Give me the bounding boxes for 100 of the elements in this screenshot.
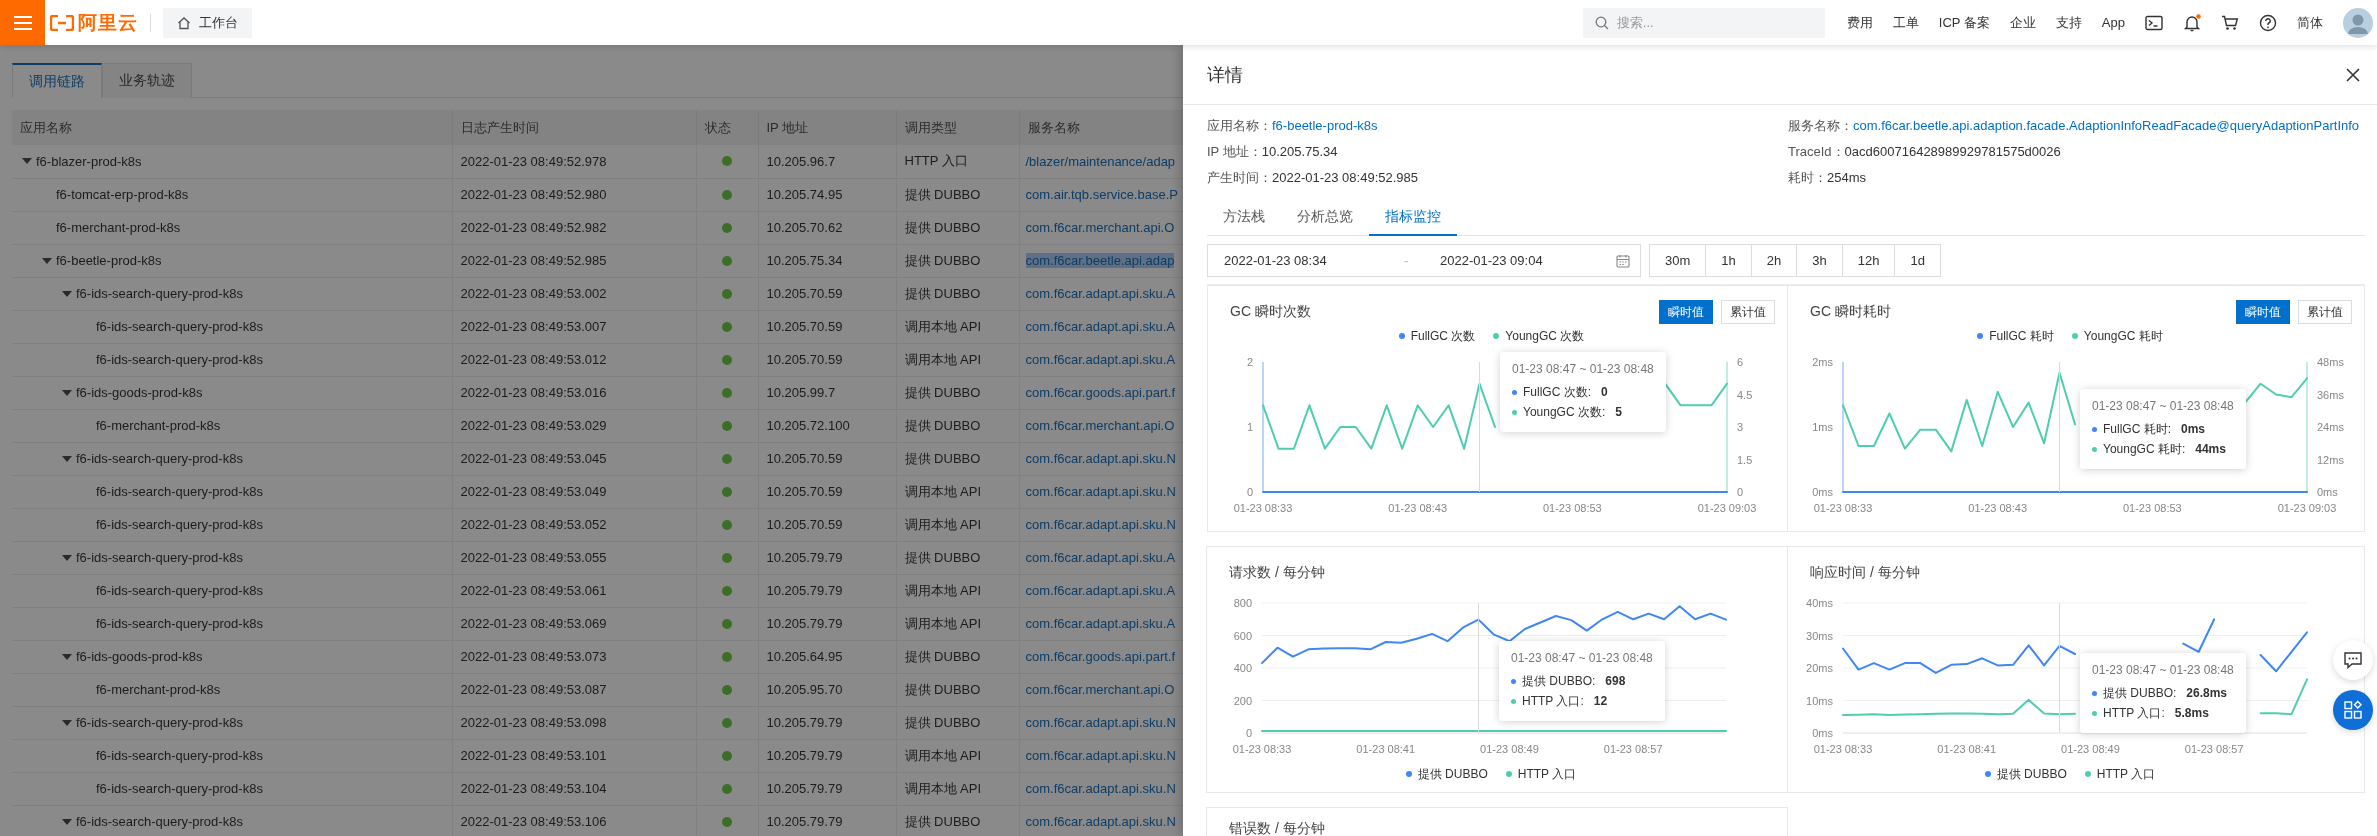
service-link[interactable]: com.f6car.adapt.api.sku.N <box>1025 517 1176 532</box>
service-link[interactable]: com.air.tqb.service.base.P <box>1025 187 1178 202</box>
table-cell: 10.205.72.100 <box>766 418 850 433</box>
caret-icon[interactable] <box>42 255 52 266</box>
table-cell: 10.205.79.79 <box>766 715 843 730</box>
service-link[interactable]: com.f6car.adapt.api.sku.N <box>1025 781 1176 796</box>
service-link[interactable]: com.f6car.adapt.api.sku.N <box>1025 814 1176 829</box>
nav-link[interactable]: 工单 <box>1892 13 1919 32</box>
range-button[interactable]: 1h <box>1705 244 1752 277</box>
nav-link[interactable]: 费用 <box>1846 13 1873 32</box>
table-cell: 10.205.70.59 <box>766 517 843 532</box>
service-link[interactable]: com.f6car.adapt.api.sku.A <box>1025 352 1176 367</box>
app-name: f6-merchant-prod-k8s <box>96 418 221 433</box>
tooltip-title: 01-23 08:47 ~ 01-23 08:48 <box>2092 399 2234 413</box>
table-cell: 2022-01-23 08:49:52.980 <box>460 187 607 202</box>
service-link[interactable]: com.f6car.adapt.api.sku.N <box>1025 484 1176 499</box>
tab[interactable]: 业务轨迹 <box>102 63 192 98</box>
service-link[interactable]: com.f6car.adapt.api.sku.N <box>1025 451 1176 466</box>
service-link[interactable]: com.f6car.merchant.api.O <box>1025 220 1175 235</box>
caret-icon[interactable] <box>62 453 72 464</box>
service-link[interactable]: com.f6car.adapt.api.sku.N <box>1025 748 1176 763</box>
range-button[interactable]: 2h <box>1750 244 1798 277</box>
tab[interactable]: 指标监控 <box>1369 202 1457 236</box>
caret-icon[interactable] <box>62 288 72 299</box>
caret-icon[interactable] <box>62 717 72 728</box>
mode-button[interactable]: 瞬时值 <box>1659 300 1713 324</box>
service-link[interactable]: com.f6car.adapt.api.sku.N <box>1025 715 1176 730</box>
nav-link[interactable]: App <box>2101 15 2125 30</box>
column-header: IP 地址 <box>766 119 809 135</box>
x-axis-label: 01-23 08:33 <box>1813 502 1873 514</box>
app-name: f6-merchant-prod-k8s <box>56 220 181 235</box>
help-icon[interactable] <box>2259 13 2277 32</box>
range-button[interactable]: 12h <box>1841 244 1896 277</box>
y-axis-label: 1 <box>1246 421 1253 433</box>
y-axis-label: 0ms <box>2317 486 2338 498</box>
table-cell: 提供 DUBBO <box>904 285 981 301</box>
status-dot <box>722 651 732 662</box>
service-link[interactable]: com.f6car.goods.api.part.f <box>1025 649 1176 664</box>
table-cell: 2022-01-23 08:49:53.104 <box>460 781 607 796</box>
tooltip-value: 0ms <box>2181 421 2206 438</box>
mode-button[interactable]: 瞬时值 <box>2236 300 2290 324</box>
app-name: f6-ids-search-query-prod-k8s <box>96 781 263 796</box>
menu-button[interactable] <box>0 0 45 45</box>
language-link[interactable]: 简体 <box>2297 13 2323 32</box>
nav-link[interactable]: 企业 <box>2009 13 2036 32</box>
mode-button[interactable]: 累计值 <box>2298 300 2352 324</box>
service-link[interactable]: com.f6car.adapt.api.sku.A <box>1025 616 1176 631</box>
range-button[interactable]: 3h <box>1796 244 1843 277</box>
info-link[interactable]: com.f6car.beetle.api.adaption.facade.AdaptionInfoReadFacade@queryAdaptionPartInfo <box>1853 117 2360 134</box>
caret-icon[interactable] <box>62 387 72 398</box>
caret-icon[interactable] <box>62 816 72 827</box>
chart-title: GC 瞬时耗时 <box>1810 303 1891 321</box>
x-axis-label: 01-23 08:53 <box>2122 502 2182 514</box>
service-link[interactable]: com.f6car.adapt.api.sku.A <box>1025 550 1176 565</box>
x-axis-label: 01-23 08:33 <box>1232 743 1292 755</box>
avatar-icon[interactable] <box>2343 7 2373 38</box>
table-cell: 10.205.64.95 <box>766 649 843 664</box>
terminal-icon[interactable] <box>2145 14 2163 31</box>
y-axis-label: 40ms <box>1806 597 1833 609</box>
table-cell: 10.205.79.79 <box>766 616 843 631</box>
table-cell: 2022-01-23 08:49:53.049 <box>460 484 607 499</box>
caret-icon[interactable] <box>62 552 72 563</box>
y-axis-label: 0 <box>1737 486 1744 498</box>
workbench-button[interactable]: 工作台 <box>163 7 252 38</box>
service-link[interactable]: com.f6car.adapt.api.sku.A <box>1025 319 1176 334</box>
info-link[interactable]: f6-beetle-prod-k8s <box>1272 117 1378 134</box>
nav-link[interactable]: ICP 备案 <box>1938 13 1990 32</box>
x-axis-label: 01-23 08:57 <box>2184 743 2244 755</box>
cart-icon[interactable] <box>2221 14 2239 31</box>
field-value: 10.205.75.34 <box>1261 143 1338 160</box>
menu-icon <box>12 14 33 31</box>
status-dot <box>722 321 732 332</box>
table-cell: 提供 DUBBO <box>904 219 981 235</box>
service-link[interactable]: com.f6car.adapt.api.sku.A <box>1025 583 1176 598</box>
y-axis-label: 1.5 <box>1737 453 1753 466</box>
app-name: f6-ids-search-query-prod-k8s <box>96 748 263 763</box>
table-cell: 10.205.79.79 <box>766 748 843 763</box>
range-button[interactable]: 30m <box>1649 244 1707 277</box>
drawer-title: 详情 <box>1207 63 1243 87</box>
y-axis-label: 0ms <box>1812 486 1833 498</box>
nav-link[interactable]: 支持 <box>2055 13 2082 32</box>
service-link[interactable]: com.f6car.goods.api.part.f <box>1025 385 1176 400</box>
mode-button[interactable]: 累计值 <box>1721 300 1775 324</box>
tab[interactable]: 分析总览 <box>1281 202 1369 236</box>
bell-icon[interactable] <box>2183 13 2201 32</box>
service-link[interactable]: com.f6car.merchant.api.O <box>1025 682 1175 697</box>
tab[interactable]: 方法栈 <box>1207 202 1281 236</box>
tooltip-label: YoungGC 耗时: <box>2103 441 2186 458</box>
date-range-field[interactable]: 2022-01-23 08:34 - 2022-01-23 09:04 <box>1207 244 1641 277</box>
app-name: f6-ids-search-query-prod-k8s <box>76 286 243 301</box>
table-cell: 10.205.96.7 <box>766 153 836 169</box>
service-link[interactable]: com.f6car.merchant.api.O <box>1025 418 1175 433</box>
tab[interactable]: 调用链路 <box>12 63 102 98</box>
service-link[interactable]: com.f6car.adapt.api.sku.A <box>1025 286 1176 301</box>
range-button[interactable]: 1d <box>1894 244 1941 277</box>
y-axis-label: 0 <box>1246 486 1253 498</box>
caret-icon[interactable] <box>62 651 72 662</box>
service-link[interactable]: /blazer/maintenance/adap <box>1025 153 1176 169</box>
search-field[interactable]: 搜索... <box>1582 7 1825 38</box>
table-cell: 提供 DUBBO <box>904 549 981 565</box>
